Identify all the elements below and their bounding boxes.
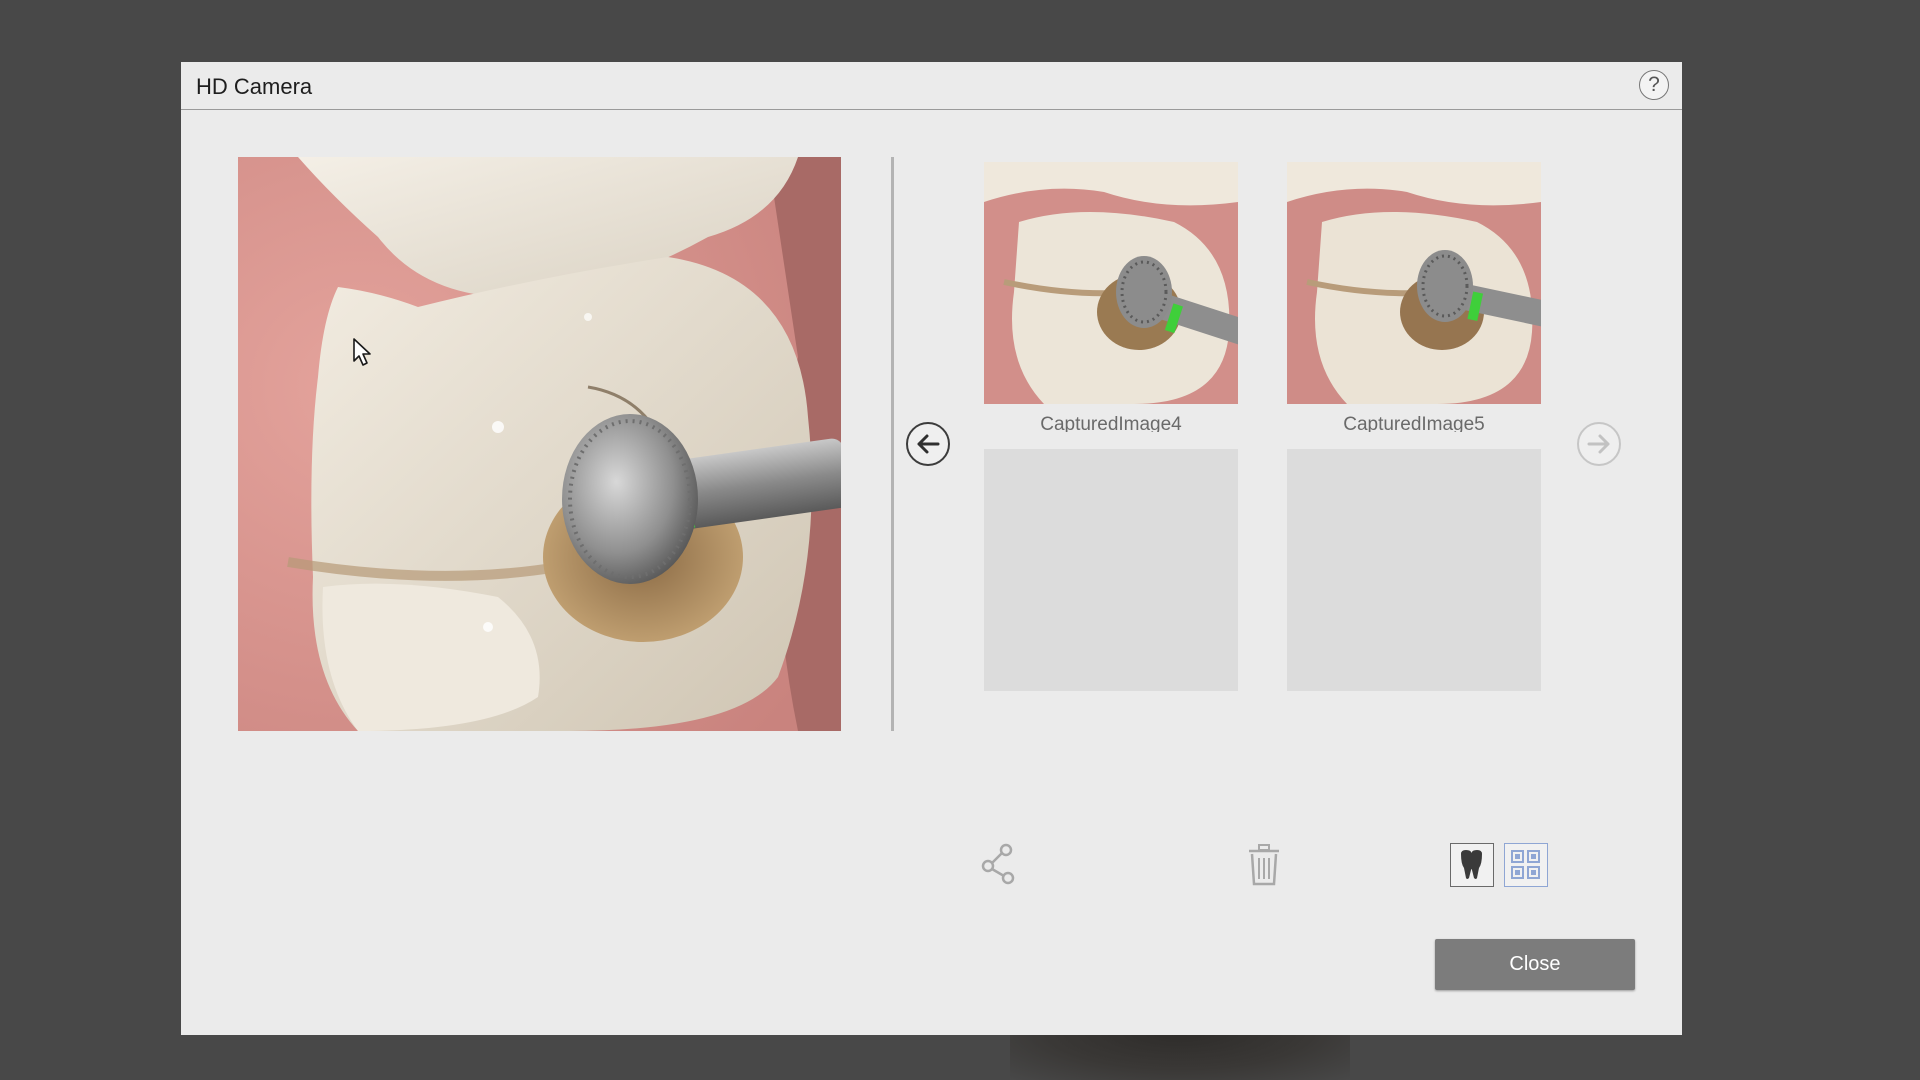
- tooth-view-toggle[interactable]: [1450, 843, 1494, 887]
- previous-page-button[interactable]: [906, 422, 950, 466]
- captured-image-thumbnail[interactable]: CapturedImage4: [984, 162, 1238, 432]
- dialog-title: HD Camera: [196, 74, 313, 99]
- captured-image-thumbnail[interactable]: CapturedImage5: [1287, 162, 1541, 432]
- intraoral-photo: [238, 157, 841, 731]
- share-icon: [981, 843, 1015, 885]
- dialog-title-bar: HD Camera ?: [181, 62, 1682, 110]
- next-page-button[interactable]: [1577, 422, 1621, 466]
- camera-live-preview[interactable]: [238, 157, 841, 731]
- share-button[interactable]: [978, 842, 1022, 886]
- help-button[interactable]: ?: [1639, 70, 1669, 100]
- grid-icon: [1511, 850, 1540, 879]
- panel-divider: [891, 157, 894, 731]
- hd-camera-dialog: HD Camera ? CapturedImage4 CapturedImage…: [181, 62, 1682, 1035]
- grid-view-toggle[interactable]: [1504, 843, 1548, 887]
- empty-image-slot[interactable]: [1287, 449, 1541, 691]
- mouse-cursor-icon: [353, 338, 371, 366]
- thumbnail-label: CapturedImage5: [1343, 414, 1485, 432]
- arrow-left-icon: [917, 434, 940, 454]
- empty-image-slot[interactable]: [984, 449, 1238, 691]
- captured-image-photo: [1287, 162, 1541, 404]
- delete-button[interactable]: [1242, 842, 1286, 886]
- captured-image-photo: [984, 162, 1238, 404]
- question-icon: ?: [1648, 73, 1660, 96]
- background-scan-model: [1010, 1032, 1350, 1080]
- arrow-right-icon: [1587, 434, 1610, 454]
- thumbnail-label: CapturedImage4: [1040, 414, 1182, 432]
- tooth-icon: [1461, 850, 1482, 879]
- trash-icon: [1249, 844, 1279, 886]
- close-button[interactable]: Close: [1435, 939, 1635, 990]
